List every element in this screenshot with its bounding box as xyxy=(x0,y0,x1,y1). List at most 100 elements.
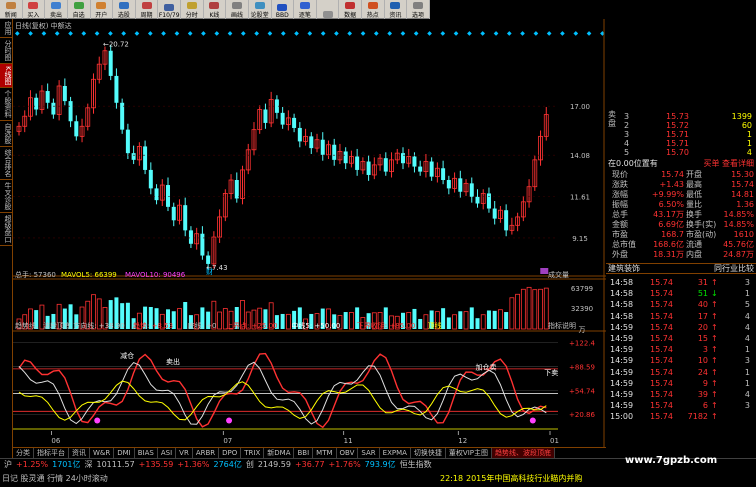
candle-body xyxy=(114,75,119,103)
trade-volume: 17 xyxy=(697,311,708,321)
indicator-tab[interactable]: ARBR xyxy=(193,448,220,458)
indicator-annotation: 卖出 xyxy=(166,357,180,366)
indicator-tab[interactable]: 切换快捷 xyxy=(411,448,446,458)
toolbar-button[interactable]: 画线 xyxy=(226,0,249,19)
trades-header-left[interactable]: 建筑装饰 xyxy=(608,264,640,274)
volume-bar xyxy=(446,317,451,329)
indicator-tab[interactable]: BBI xyxy=(294,448,314,458)
stat-value: 14.85% xyxy=(723,210,754,219)
toolbar-button[interactable]: 分时 xyxy=(181,0,204,19)
indicator-tab[interactable]: 分类 xyxy=(13,448,34,458)
trade-price: 15.74 xyxy=(650,356,673,366)
indicator-tab[interactable]: W&R xyxy=(90,448,115,458)
trade-row: 14:58 15.74 51 ↓ 1 xyxy=(606,289,756,298)
trades-header-right[interactable]: 同行业比较 xyxy=(714,264,754,274)
volume-bar xyxy=(343,312,348,329)
indicator-tab[interactable]: SAR xyxy=(358,448,380,458)
indicator-tab[interactable]: 指标平台 xyxy=(34,448,69,458)
left-tab[interactable]: 超级盘口 xyxy=(0,213,12,246)
volume-bar xyxy=(538,288,543,330)
toolbar-button[interactable]: 热点 xyxy=(362,0,385,19)
stat-label: 流通 xyxy=(686,240,702,249)
toolbar-button-label: 周期 xyxy=(140,12,153,19)
indicator-tab[interactable]: VR xyxy=(176,448,193,458)
indicator-tab[interactable]: MTM xyxy=(313,448,337,458)
toolbar-button[interactable]: 资讯 xyxy=(385,0,408,19)
indicator-tab[interactable]: DPO xyxy=(219,448,242,458)
ask-volume: 1 xyxy=(746,130,752,139)
left-tab[interactable]: 个股资料 xyxy=(0,88,12,121)
toolbar-button[interactable]: F10/79 xyxy=(158,0,181,19)
trade-price: 15.74 xyxy=(650,390,673,399)
indicator-tab[interactable]: BIAS xyxy=(135,448,158,458)
bid-header-link[interactable]: 买单 查看详细 xyxy=(703,159,754,168)
bid-header-left: 在0.00位置有 xyxy=(608,159,658,168)
stat-value: 6.69亿 xyxy=(658,220,684,229)
status-item: 深 xyxy=(84,460,93,469)
candle-body xyxy=(504,210,509,231)
left-tab[interactable]: 牛叉诊股 xyxy=(0,180,12,213)
toolbar-button-label: F10/79 xyxy=(158,12,180,19)
toolbar-icon xyxy=(277,4,288,11)
trade-time: 14:59 xyxy=(610,378,634,388)
candle-body xyxy=(469,183,474,197)
indicator-tab[interactable]: 新DMA xyxy=(264,448,295,458)
volume-button[interactable]: 成交量 xyxy=(548,270,569,279)
status-item: 沪 xyxy=(4,460,12,469)
toolbar-button[interactable]: 逐笔 xyxy=(294,0,317,19)
toolbar-icon xyxy=(345,2,356,9)
candle-body xyxy=(400,153,405,164)
toolbar-button[interactable]: 周期 xyxy=(136,0,159,19)
toolbar-button[interactable]: 卖出 xyxy=(45,0,68,19)
toolbar-button-label: 分时 xyxy=(185,12,198,19)
stat-label: 涨跌 xyxy=(612,180,628,189)
left-tab[interactable]: 自选股 xyxy=(0,121,12,147)
toolbar-button[interactable]: 选项 xyxy=(407,0,430,19)
toolbar-button-label: 热点 xyxy=(366,12,379,19)
indicator-legend-item: 上界点: +25.00 xyxy=(226,321,278,330)
toolbar-button[interactable]: 开户 xyxy=(91,0,114,19)
trade-volume: 40 xyxy=(697,300,708,310)
toolbar-button[interactable]: 数据 xyxy=(339,0,362,19)
indicator-tab[interactable]: TRIX xyxy=(241,448,265,458)
left-tab[interactable]: 综合排名 xyxy=(0,147,12,180)
indicator-tab[interactable]: 资讯 xyxy=(69,448,90,458)
indicator-tab[interactable]: OBV xyxy=(337,448,359,458)
toolbar-button[interactable]: 新闻 xyxy=(0,0,23,19)
candle-body xyxy=(418,166,423,172)
candle-body xyxy=(45,91,50,103)
left-tab[interactable]: 应用 xyxy=(0,19,12,38)
up-arrow-icon: ↑ xyxy=(711,367,718,377)
volume-bar xyxy=(452,314,457,330)
trade-count: 4 xyxy=(744,311,750,321)
toolbar-button[interactable]: K线 xyxy=(204,0,227,19)
toolbar-button[interactable] xyxy=(317,0,340,19)
toolbar-button[interactable]: BBD xyxy=(272,0,295,19)
status-item: 793.9亿 xyxy=(364,460,396,469)
indicator-tab[interactable]: DMI xyxy=(114,448,135,458)
ticker-news[interactable]: 2015年中国高科技行业瞄内并购 xyxy=(466,470,582,487)
trade-time: 14:58 xyxy=(610,311,634,321)
stat-label: 市盈 xyxy=(612,230,628,239)
volume-axis-label: 63799 xyxy=(571,285,593,293)
toolbar-button[interactable]: 自选 xyxy=(68,0,91,19)
toolbar-button[interactable]: 选股 xyxy=(113,0,136,19)
up-arrow-icon: ↑ xyxy=(711,401,718,411)
left-tab[interactable]: 分时图 xyxy=(0,38,12,64)
toolbar-button[interactable]: 论股堂 xyxy=(249,0,272,19)
toolbar-icon xyxy=(96,2,107,9)
trade-row: 14:58 15.74 31 ↑ 3 xyxy=(606,278,756,287)
toolbar-button-label: BBD xyxy=(275,12,289,19)
indicator-tab[interactable]: EXPMA xyxy=(380,448,411,458)
indicator-tab[interactable]: 趋势线、波段顶底 xyxy=(492,448,555,458)
trade-time: 14:58 xyxy=(610,300,634,310)
left-tab[interactable]: K线图 xyxy=(0,64,12,88)
toolbar-button[interactable]: 买入 xyxy=(23,0,46,19)
toolbar-button-label: 画线 xyxy=(231,12,244,19)
trade-row: 14:58 15.74 40 ↑ 5 xyxy=(606,300,756,309)
indicator-tab[interactable]: 董权VIP主图 xyxy=(446,448,492,458)
bottom-left-links[interactable]: 日记 股灵通 行情 24小时滚动 xyxy=(2,474,108,483)
indicator-tab[interactable]: ASI xyxy=(158,448,177,458)
chart-area[interactable]: ←20.72←7.43财 17.0014.0811.619.15 总手: 573… xyxy=(13,19,606,447)
indicator-help-button[interactable]: 指标说明 xyxy=(548,321,576,330)
